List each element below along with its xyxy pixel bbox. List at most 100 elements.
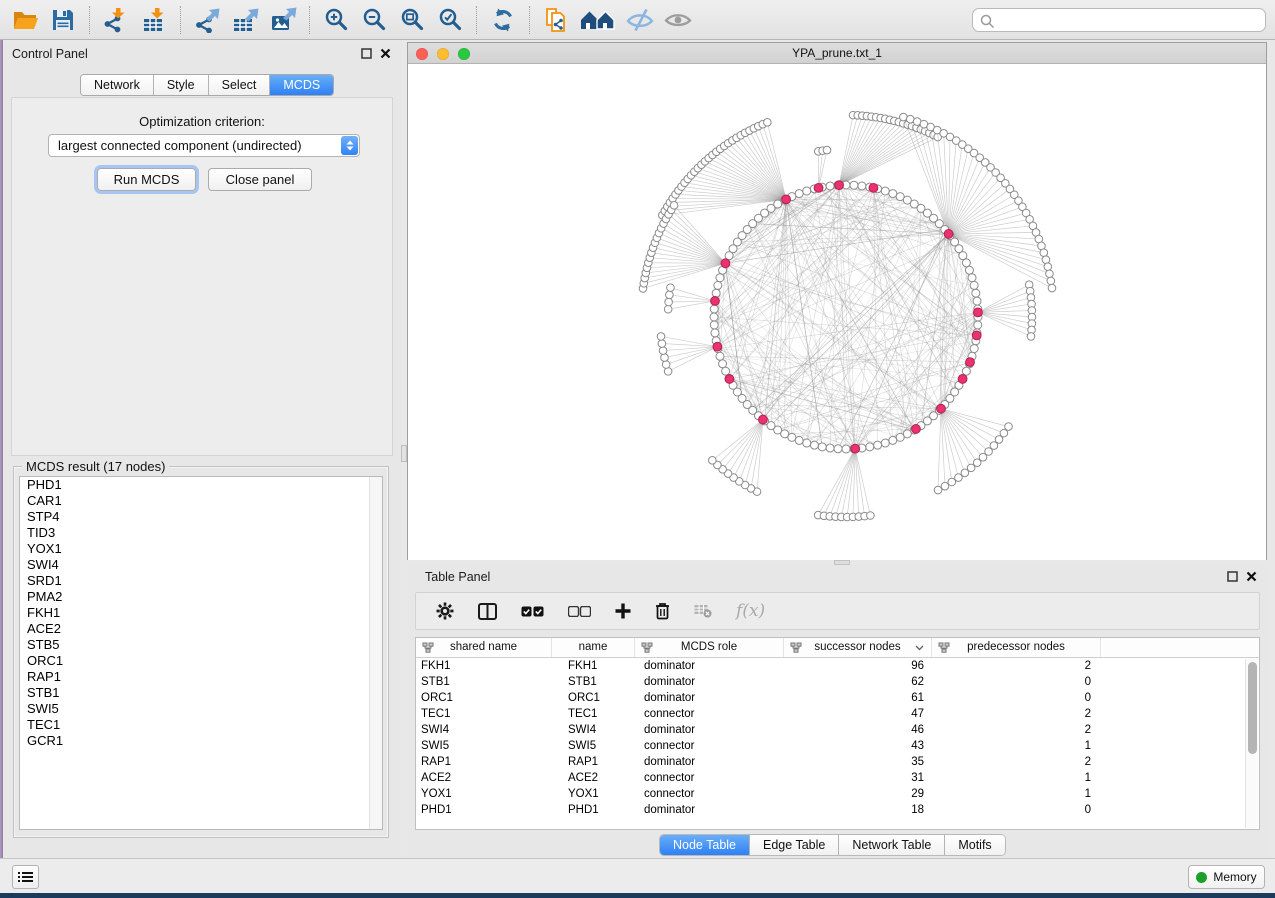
mcds-node-item[interactable]: SWI5	[20, 701, 382, 717]
network-node[interactable]	[795, 190, 803, 198]
network-node[interactable]	[850, 181, 858, 189]
tab-style[interactable]: Style	[154, 75, 209, 95]
table-row[interactable]: FKH1FKH1dominator962	[416, 658, 1259, 674]
network-node[interactable]	[818, 443, 826, 451]
mcds-node-item[interactable]: ACE2	[20, 621, 382, 637]
tab-network[interactable]: Network	[81, 75, 154, 95]
mcds-node-item[interactable]: GCR1	[20, 733, 382, 749]
vertical-splitter-handle[interactable]	[401, 445, 407, 462]
network-node[interactable]	[966, 358, 975, 367]
network-node[interactable]	[974, 308, 983, 317]
network-node[interactable]	[912, 425, 921, 434]
network-node[interactable]	[968, 274, 976, 282]
delete-table-icon[interactable]	[694, 604, 712, 618]
tab-network-table[interactable]: Network Table	[839, 835, 945, 855]
network-node[interactable]	[896, 433, 904, 441]
table-row[interactable]: ORC1ORC1dominator610	[416, 690, 1259, 706]
float-window-icon[interactable]	[1227, 571, 1238, 582]
mcds-node-item[interactable]: PMA2	[20, 589, 382, 605]
network-node[interactable]	[842, 445, 850, 453]
zoom-in-button[interactable]	[317, 4, 355, 36]
network-node[interactable]	[662, 361, 670, 369]
network-node[interactable]	[711, 297, 720, 306]
network-node[interactable]	[1000, 429, 1008, 437]
save-session-button[interactable]	[44, 4, 82, 36]
table-row[interactable]: RAP1RAP1dominator352	[416, 754, 1259, 770]
minimize-window-icon[interactable]	[437, 48, 449, 60]
criterion-select[interactable]: largest connected component (undirected)	[48, 134, 360, 157]
mcds-node-item[interactable]: FKH1	[20, 605, 382, 621]
add-column-icon[interactable]	[615, 603, 631, 619]
network-node[interactable]	[881, 439, 889, 447]
network-node[interactable]	[666, 291, 674, 299]
network-node[interactable]	[1048, 284, 1056, 292]
clone-network-button[interactable]	[537, 4, 575, 36]
task-history-button[interactable]	[12, 865, 39, 889]
refresh-view-button[interactable]	[484, 4, 522, 36]
network-node[interactable]	[826, 182, 834, 190]
network-node[interactable]	[881, 187, 889, 195]
mcds-node-item[interactable]: SRD1	[20, 573, 382, 589]
network-node[interactable]	[1047, 277, 1055, 285]
table-row[interactable]: STB1STB1dominator620	[416, 674, 1259, 690]
network-node[interactable]	[972, 289, 980, 297]
network-node[interactable]	[721, 259, 730, 268]
network-node[interactable]	[725, 375, 734, 384]
table-row[interactable]: ACE2ACE2connector311	[416, 770, 1259, 786]
select-all-icon[interactable]	[521, 606, 544, 617]
show-all-button[interactable]	[659, 4, 697, 36]
network-node[interactable]	[874, 441, 882, 449]
network-node[interactable]	[1044, 263, 1052, 271]
tab-edge-table[interactable]: Edge Table	[750, 835, 839, 855]
network-node[interactable]	[713, 342, 722, 351]
table-row[interactable]: SWI4SWI4dominator462	[416, 722, 1259, 738]
mcds-node-item[interactable]: TEC1	[20, 717, 382, 733]
network-node[interactable]	[934, 486, 942, 494]
table-row[interactable]: PHD1PHD1dominator180	[416, 802, 1259, 818]
network-node[interactable]	[709, 457, 717, 465]
mcds-node-item[interactable]: RAP1	[20, 669, 382, 685]
tab-mcds[interactable]: MCDS	[270, 75, 333, 95]
network-node[interactable]	[962, 259, 970, 267]
network-node[interactable]	[714, 281, 722, 289]
mcds-node-item[interactable]: SWI4	[20, 557, 382, 573]
export-image-button[interactable]	[264, 4, 302, 36]
network-node[interactable]	[782, 195, 791, 204]
network-node[interactable]	[867, 512, 875, 520]
import-network-button[interactable]	[97, 4, 135, 36]
network-node[interactable]	[1040, 249, 1048, 257]
network-node[interactable]	[958, 375, 967, 384]
tab-node-table[interactable]: Node Table	[660, 835, 750, 855]
maximize-window-icon[interactable]	[458, 48, 470, 60]
mcds-node-item[interactable]: STP4	[20, 509, 382, 525]
table-row[interactable]: TEC1TEC1connector472	[416, 706, 1259, 722]
export-table-button[interactable]	[226, 4, 264, 36]
network-node[interactable]	[941, 482, 949, 490]
first-neighbors-button[interactable]	[575, 4, 621, 36]
column-header-mcds-role[interactable]: MCDS role	[635, 638, 784, 657]
network-node[interactable]	[889, 436, 897, 444]
network-node[interactable]	[900, 113, 908, 121]
network-node[interactable]	[667, 284, 675, 292]
table-row[interactable]: SWI5SWI5connector431	[416, 738, 1259, 754]
column-visibility-icon[interactable]	[478, 603, 497, 620]
network-node[interactable]	[834, 445, 842, 453]
network-node[interactable]	[759, 415, 768, 424]
network-node[interactable]	[823, 146, 831, 154]
network-node[interactable]	[1005, 423, 1013, 431]
network-node[interactable]	[764, 118, 772, 126]
tab-select[interactable]: Select	[209, 75, 271, 95]
network-node[interactable]	[866, 443, 874, 451]
network-node[interactable]	[710, 321, 718, 329]
search-input[interactable]	[999, 10, 1259, 30]
close-panel-icon[interactable]	[380, 48, 391, 59]
zoom-out-button[interactable]	[355, 4, 393, 36]
network-node[interactable]	[851, 444, 860, 453]
hide-selected-button[interactable]	[621, 4, 659, 36]
mcds-node-item[interactable]: PHD1	[20, 477, 382, 493]
network-node[interactable]	[944, 230, 953, 239]
network-node[interactable]	[858, 182, 866, 190]
network-node[interactable]	[965, 266, 973, 274]
network-node[interactable]	[970, 281, 978, 289]
open-file-button[interactable]	[6, 4, 44, 36]
